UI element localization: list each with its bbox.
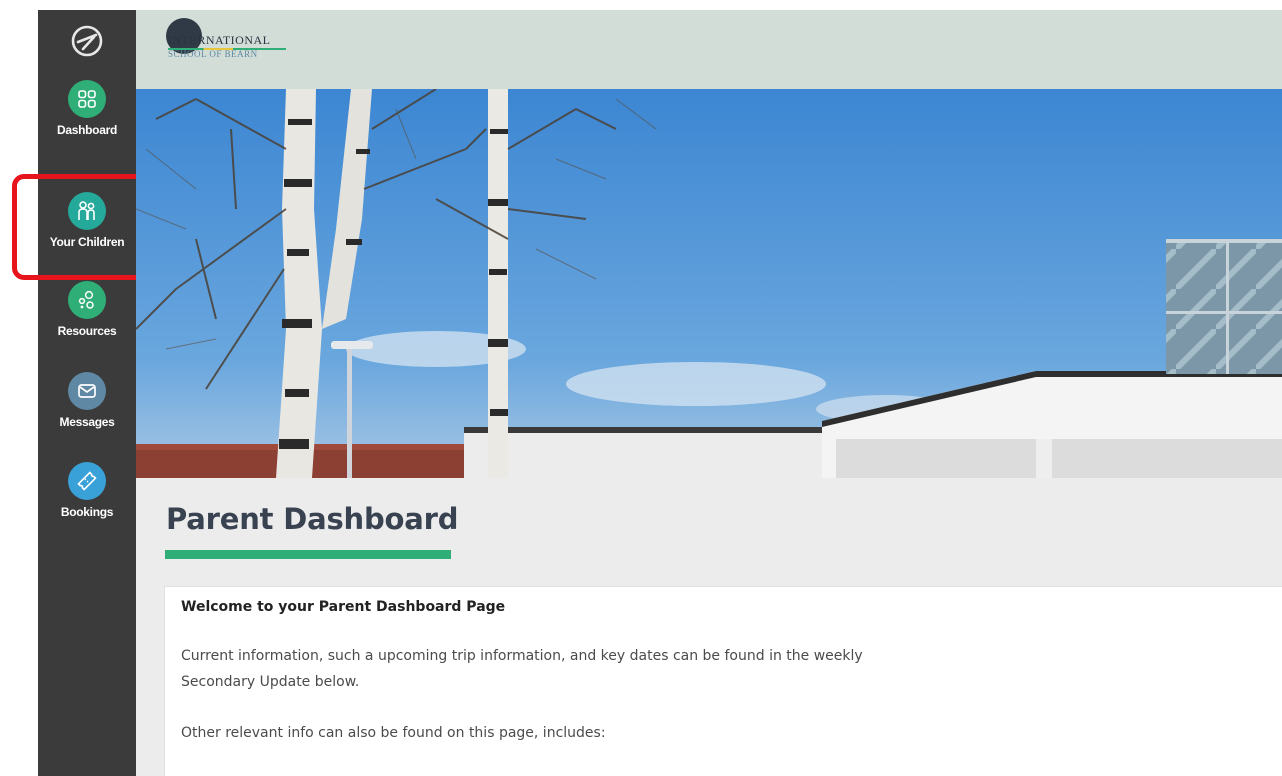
school-name-subtitle: SCHOOL OF BEARN xyxy=(168,49,258,59)
sidebar-item-label: Bookings xyxy=(60,505,114,519)
sidebar-item-label: Resources xyxy=(57,324,117,338)
main-content: Parent Dashboard Welcome to your Parent … xyxy=(136,478,1282,776)
resources-icon xyxy=(68,281,106,319)
ticket-icon xyxy=(68,462,106,500)
app-window: Dashboard Your Children Resources Messag… xyxy=(0,0,1282,776)
hero-image xyxy=(136,89,1282,478)
welcome-card: Welcome to your Parent Dashboard Page Cu… xyxy=(164,586,1282,776)
grid-icon xyxy=(68,80,106,118)
sidebar-item-resources[interactable]: Resources xyxy=(38,281,136,338)
envelope-icon xyxy=(68,372,106,410)
sidebar-item-label: Your Children xyxy=(49,235,125,249)
sidebar-item-bookings[interactable]: Bookings xyxy=(38,462,136,519)
sidebar: Dashboard Your Children Resources Messag… xyxy=(38,10,136,776)
header: INTERNATIONAL SCHOOL OF BEARN xyxy=(136,10,1282,89)
school-name: INTERNATIONAL xyxy=(168,33,271,47)
sidebar-item-label: Dashboard xyxy=(57,123,117,137)
children-icon xyxy=(68,192,106,230)
title-underline xyxy=(165,550,451,559)
sidebar-item-messages[interactable]: Messages xyxy=(38,372,136,429)
app-logo-icon[interactable] xyxy=(70,24,104,58)
card-heading: Welcome to your Parent Dashboard Page xyxy=(181,599,506,615)
page-title: Parent Dashboard xyxy=(166,502,459,536)
sidebar-item-label: Messages xyxy=(59,415,115,429)
card-paragraph: Other relevant info can also be found on… xyxy=(181,725,606,741)
sidebar-item-dashboard[interactable]: Dashboard xyxy=(38,80,136,137)
sidebar-item-your-children[interactable]: Your Children xyxy=(38,192,136,249)
card-paragraph: Current information, such a upcoming tri… xyxy=(181,648,863,690)
